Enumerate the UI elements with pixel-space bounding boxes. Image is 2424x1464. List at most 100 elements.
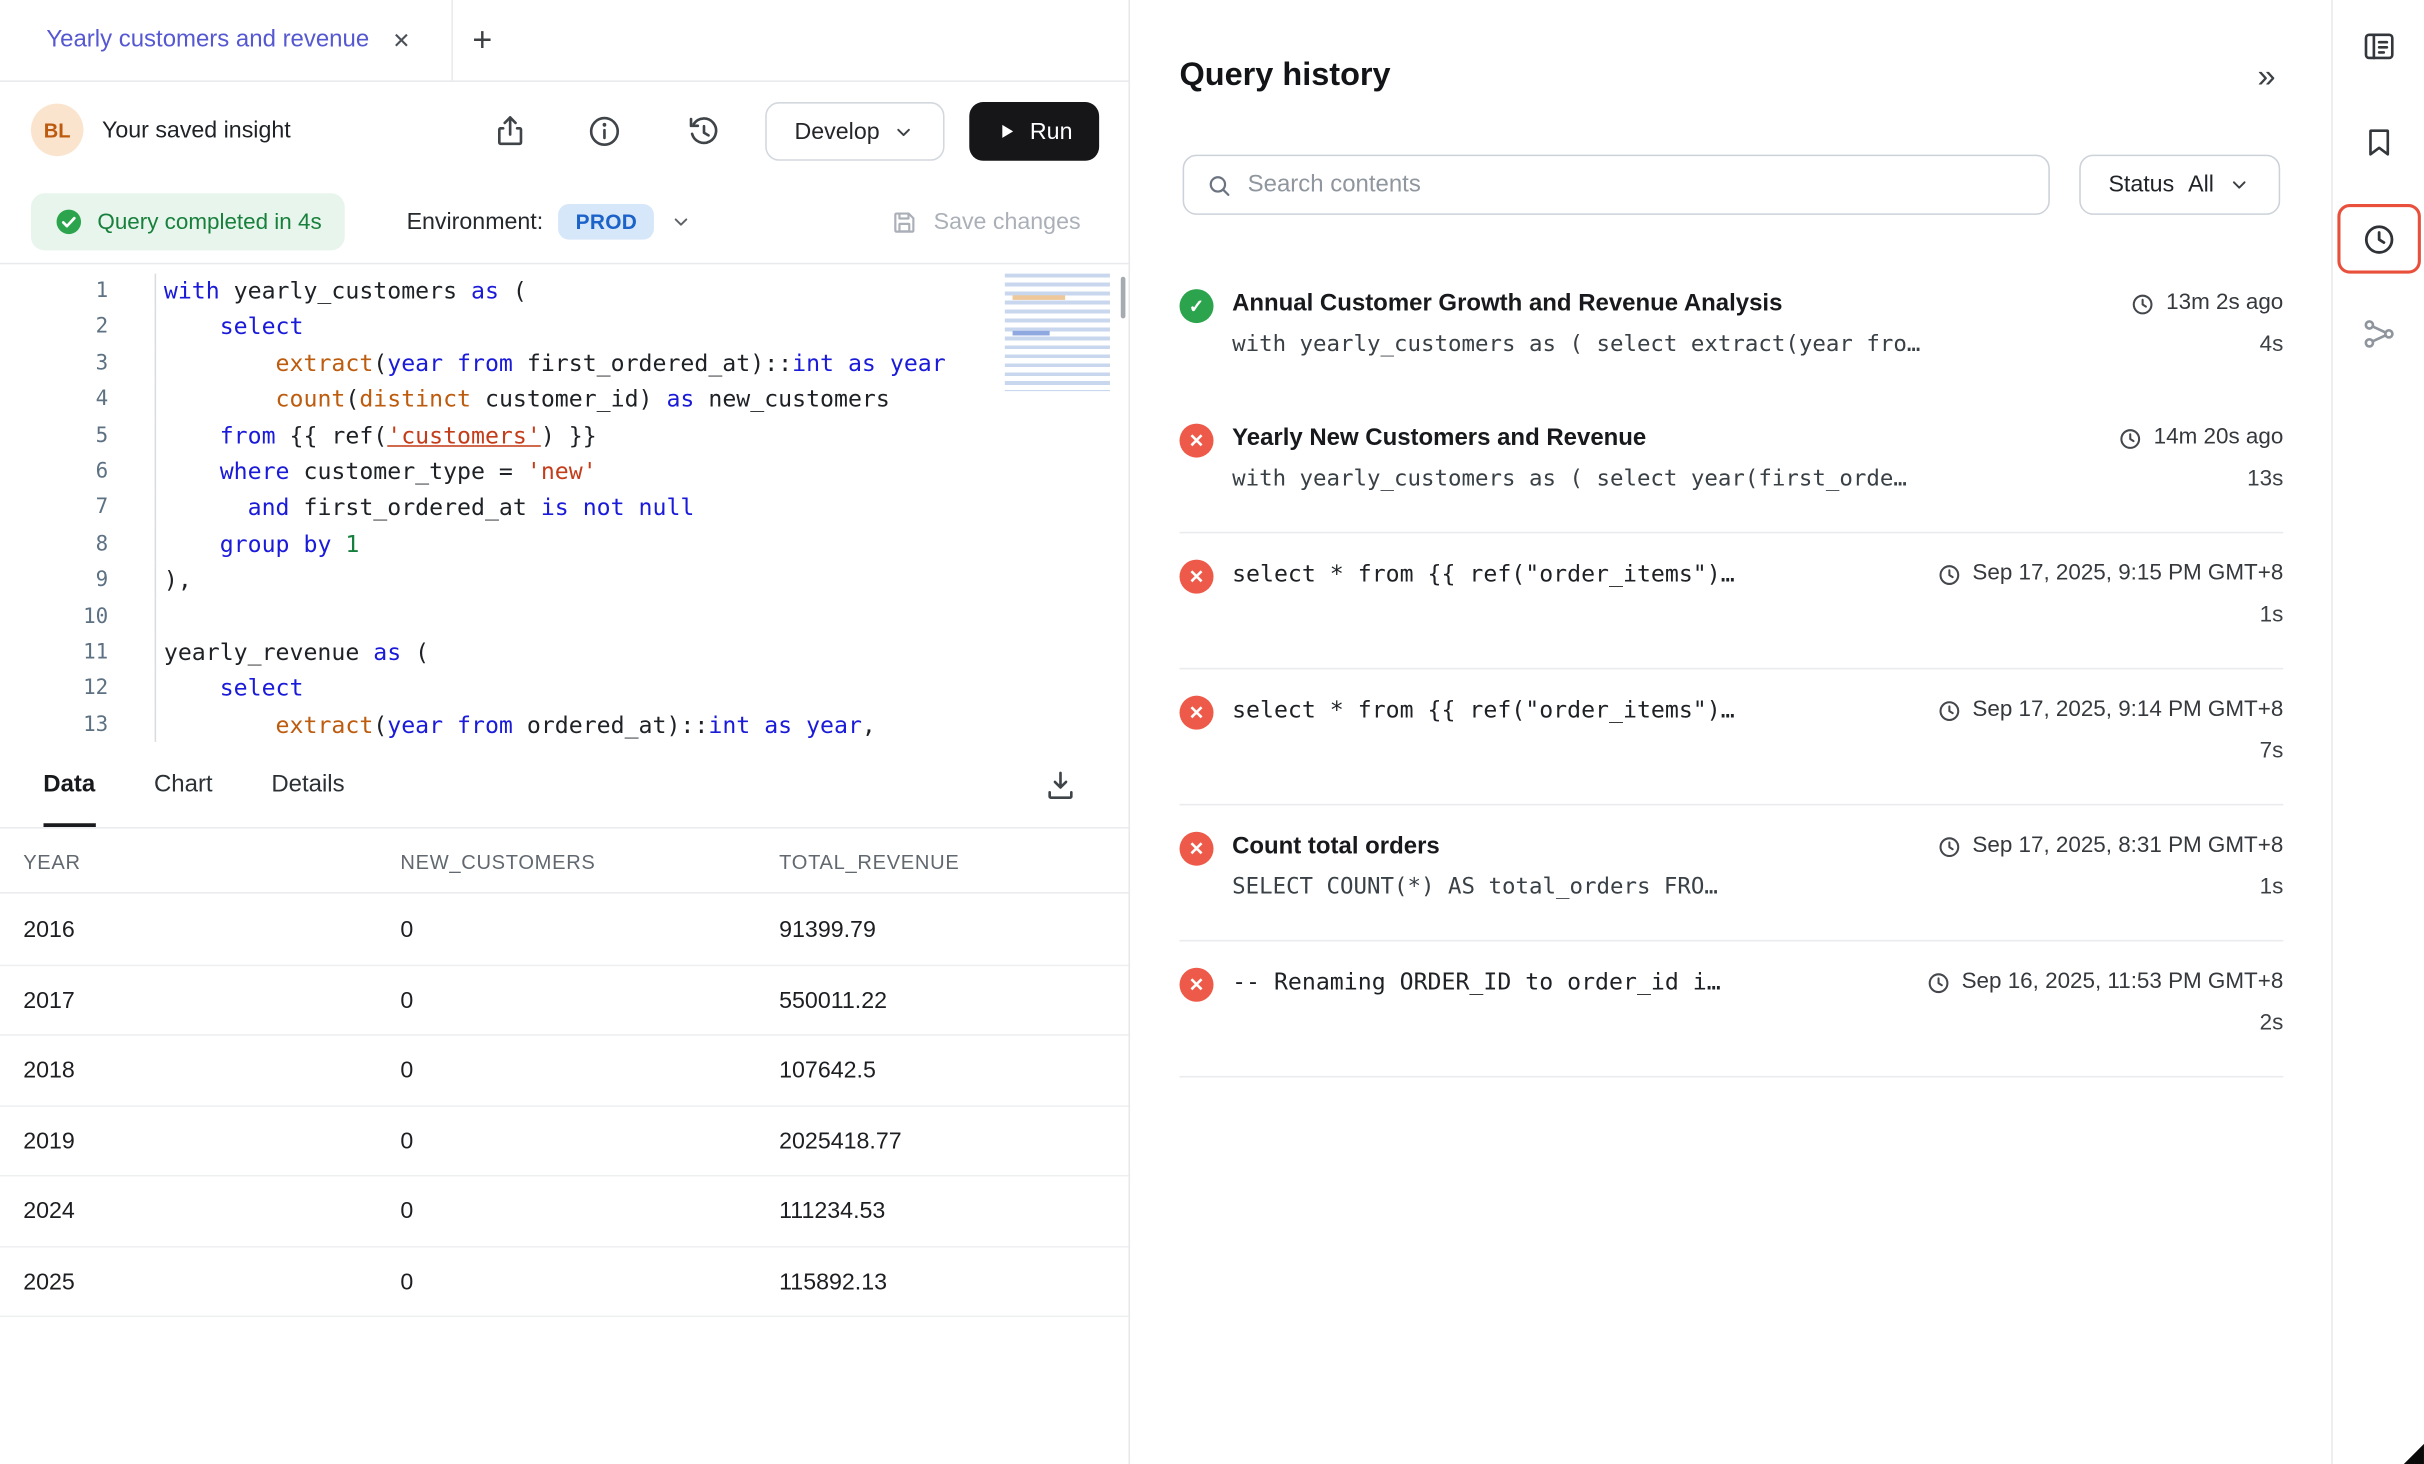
clock-icon — [1937, 562, 1962, 587]
tab-chart[interactable]: Chart — [154, 742, 213, 827]
search-icon — [1206, 171, 1232, 199]
results-table-header: YEAR NEW_CUSTOMERS TOTAL_REVENUE — [0, 830, 1129, 893]
cell-year: 2016 — [23, 895, 75, 965]
history-item-timestamp: 14m 20s ago — [2154, 419, 2284, 458]
version-history-icon[interactable] — [685, 113, 722, 150]
save-changes-button[interactable]: Save changes — [889, 179, 1081, 264]
line-number: 8 — [0, 527, 155, 563]
history-item-duration: 7s — [1937, 730, 2283, 775]
history-item[interactable]: ✓ Annual Customer Growth and Revenue Ana… — [1180, 263, 2284, 397]
history-item-duration: 4s — [2131, 323, 2284, 368]
query-history-icon[interactable] — [2361, 221, 2398, 258]
close-tab-icon[interactable]: ✕ — [392, 29, 410, 51]
history-item-duration: 13s — [2118, 458, 2283, 503]
resize-corner-icon — [2404, 1444, 2424, 1464]
history-item-title: Annual Customer Growth and Revenue Analy… — [1232, 284, 2109, 323]
clock-icon — [1926, 970, 1951, 995]
line-number: 7 — [0, 491, 155, 527]
new-tab-button[interactable]: + — [472, 23, 492, 57]
cell-total-revenue: 115892.13 — [779, 1247, 887, 1317]
avatar: BL — [31, 104, 84, 157]
search-box[interactable] — [1183, 155, 2050, 215]
tab-label: Yearly customers and revenue — [46, 26, 369, 54]
table-row: 2018 0 107642.5 — [0, 1036, 1129, 1106]
develop-button[interactable]: Develop — [765, 102, 944, 161]
code-text: with yearly_customers as ( — [155, 274, 1129, 310]
code-line: 6 where customer_type = 'new' — [0, 454, 1129, 490]
status-filter-dropdown[interactable]: Status All — [2079, 155, 2280, 215]
tab-yearly-customers-and-revenue[interactable]: Yearly customers and revenue ✕ — [0, 0, 452, 80]
code-text: from {{ ref('customers') }} — [155, 418, 1129, 454]
lineage-icon[interactable] — [2361, 315, 2398, 352]
history-item-duration: 1s — [1937, 866, 2283, 911]
history-item-time: 14m 20s ago — [2118, 419, 2283, 458]
code-line: 3 extract(year from first_ordered_at)::i… — [0, 346, 1129, 382]
column-header-year: YEAR — [23, 830, 81, 893]
cell-new-customers: 0 — [400, 1176, 413, 1246]
cell-year: 2025 — [23, 1247, 75, 1317]
table-row: 2019 0 2025418.77 — [0, 1106, 1129, 1176]
code-text: select — [155, 310, 1129, 346]
column-header-new-customers: NEW_CUSTOMERS — [400, 830, 595, 893]
code-text: ), — [155, 563, 1129, 599]
history-item-timestamp: Sep 16, 2025, 11:53 PM GMT+8 — [1962, 963, 2284, 1002]
history-item[interactable]: ✕ select * from {{ ref("order_items")… S… — [1180, 668, 2284, 804]
line-number: 11 — [0, 635, 155, 671]
cell-year: 2017 — [23, 965, 75, 1035]
code-text: extract(year from first_ordered_at)::int… — [155, 346, 1129, 382]
history-item[interactable]: ✕ Count total orders SELECT COUNT(*) AS … — [1180, 804, 2284, 940]
code-line: 7 and first_ordered_at is not null — [0, 491, 1129, 527]
collapse-panel-icon[interactable]: » — [2257, 60, 2275, 92]
code-line: 11 yearly_revenue as ( — [0, 635, 1129, 671]
sql-editor[interactable]: 1 with yearly_customers as ( 2 select 3 … — [0, 266, 1129, 742]
history-item-snippet: with yearly_customers as ( select extrac… — [1232, 323, 2109, 366]
line-number: 4 — [0, 382, 155, 418]
code-line: 4 count(distinct customer_id) as new_cus… — [0, 382, 1129, 418]
run-button-label: Run — [1030, 118, 1073, 144]
history-item[interactable]: ✕ Yearly New Customers and Revenue with … — [1180, 397, 2284, 531]
history-item-body: Count total orders SELECT COUNT(*) AS to… — [1232, 827, 1937, 910]
search-input[interactable] — [1248, 171, 2030, 199]
history-item[interactable]: ✕ -- Renaming ORDER_ID to order_id i… Se… — [1180, 940, 2284, 1078]
table-row: 2025 0 115892.13 — [0, 1247, 1129, 1317]
list-panel-icon[interactable] — [2361, 28, 2398, 65]
editor-scrollbar[interactable] — [1120, 277, 1125, 319]
status-filter-value: All — [2188, 172, 2214, 198]
info-icon[interactable] — [586, 113, 623, 150]
history-item-time: Sep 17, 2025, 9:14 PM GMT+8 — [1937, 691, 2283, 730]
cell-total-revenue: 550011.22 — [779, 965, 887, 1035]
insight-title: Your saved insight — [102, 82, 291, 179]
history-item-body: -- Renaming ORDER_ID to order_id i… — [1232, 963, 1926, 1046]
query-history-list: ✓ Annual Customer Growth and Revenue Ana… — [1180, 263, 2284, 1078]
history-item-meta: 13m 2s ago 4s — [2131, 284, 2284, 367]
editor-minimap[interactable] — [1005, 274, 1110, 391]
line-number: 1 — [0, 274, 155, 310]
code-lines: 1 with yearly_customers as ( 2 select 3 … — [0, 274, 1129, 742]
code-text: count(distinct customer_id) as new_custo… — [155, 382, 1129, 418]
tab-details[interactable]: Details — [271, 742, 344, 827]
insight-header: BL Your saved insight Develop Run — [0, 82, 1129, 179]
tab-data[interactable]: Data — [43, 742, 95, 827]
line-number: 10 — [0, 599, 155, 635]
right-icon-rail — [2331, 0, 2424, 1464]
history-item[interactable]: ✕ select * from {{ ref("order_items")… S… — [1180, 532, 2284, 668]
history-item-time: Sep 17, 2025, 8:31 PM GMT+8 — [1937, 827, 2283, 866]
cell-year: 2019 — [23, 1106, 75, 1176]
environment-selector[interactable]: Environment: PROD — [407, 179, 693, 264]
query-status-text: Query completed in 4s — [97, 209, 321, 234]
bookmark-icon[interactable] — [2361, 124, 2398, 161]
cell-year: 2018 — [23, 1036, 75, 1106]
share-icon[interactable] — [492, 113, 529, 150]
line-number: 5 — [0, 418, 155, 454]
run-button[interactable]: Run — [969, 102, 1099, 161]
code-line: 2 select — [0, 310, 1129, 346]
history-item-snippet: SELECT COUNT(*) AS total_orders FRO… — [1232, 866, 1915, 909]
status-icon: ✕ — [1180, 696, 1214, 730]
chevron-down-icon — [670, 210, 693, 233]
history-item-time: Sep 17, 2025, 9:15 PM GMT+8 — [1937, 555, 2283, 594]
line-number: 12 — [0, 671, 155, 707]
history-item-title: select * from {{ ref("order_items")… — [1232, 691, 1915, 730]
history-item-meta: Sep 17, 2025, 9:14 PM GMT+8 7s — [1937, 691, 2283, 774]
play-icon — [996, 121, 1018, 143]
download-icon[interactable] — [1042, 767, 1079, 804]
